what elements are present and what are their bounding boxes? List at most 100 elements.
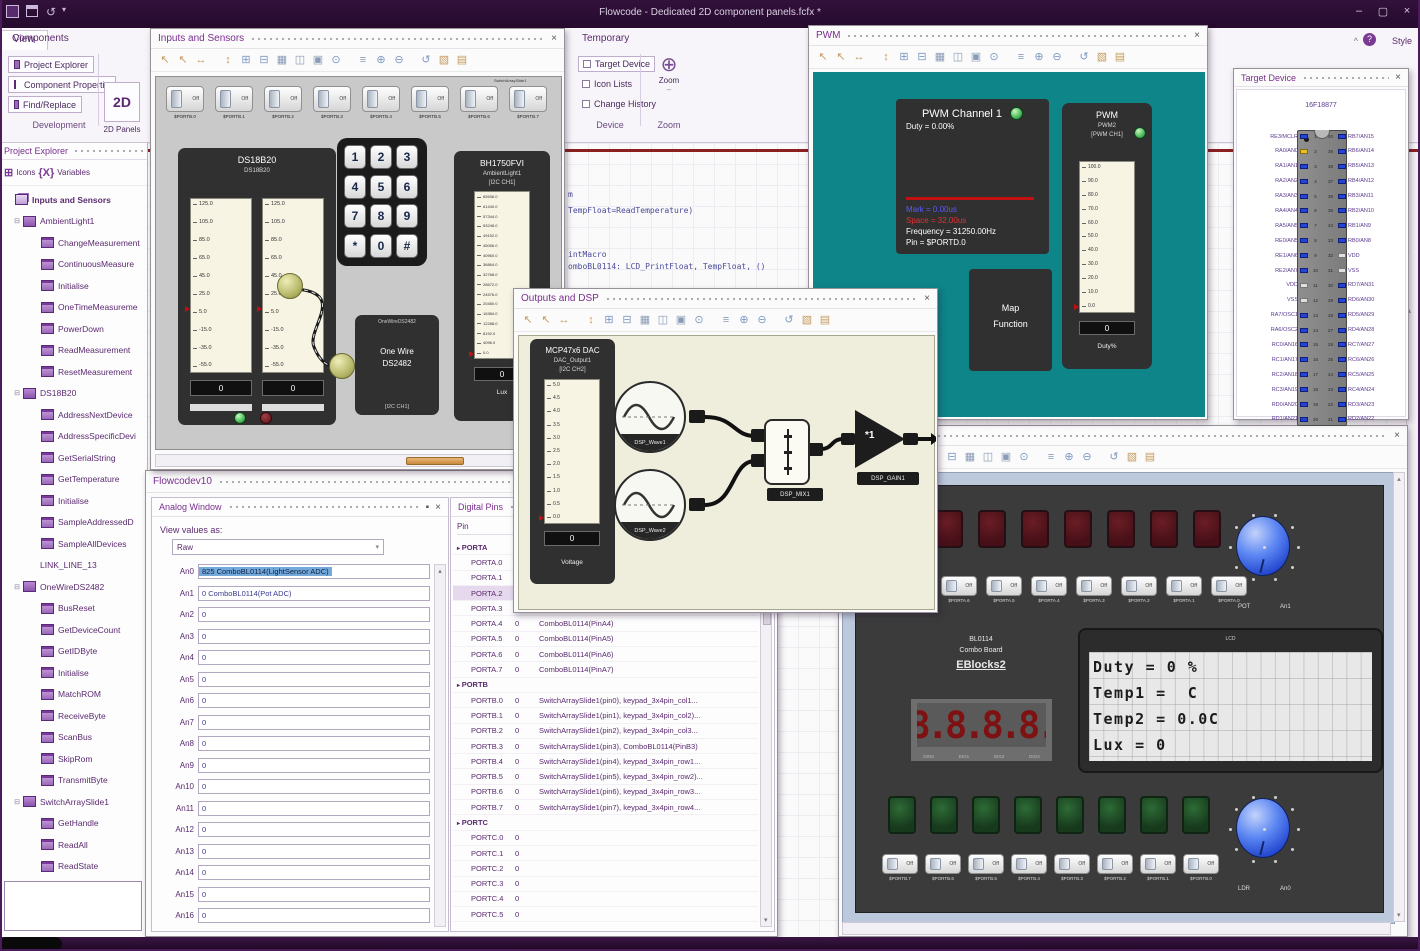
pot-knob[interactable] xyxy=(1236,516,1290,576)
keypad-key[interactable]: 4 xyxy=(344,174,366,199)
pin-row[interactable]: RA5/AN5 7 xyxy=(1239,219,1321,232)
analog-value-field[interactable]: 0 xyxy=(198,757,430,773)
slider-marker[interactable] xyxy=(539,515,544,521)
pin-pad[interactable] xyxy=(1338,134,1346,139)
toolbar-icon[interactable]: ↖ xyxy=(834,51,848,63)
toolbar-icon[interactable]: ▧ xyxy=(1125,451,1139,463)
dsp-mix-component[interactable] xyxy=(764,419,810,485)
project-explorer-header[interactable]: Project Explorer xyxy=(0,143,147,160)
pin-row[interactable]: RC0/AN16 15 xyxy=(1239,338,1321,351)
toolbar-icon[interactable]: ◫ xyxy=(951,51,965,63)
toolbar-icon[interactable]: ⊕ xyxy=(374,54,388,66)
pin-pad[interactable] xyxy=(1300,416,1308,422)
pin-row[interactable]: RE1/AN6 9 xyxy=(1239,249,1321,262)
toolbar-icon[interactable]: ⊟ xyxy=(945,451,959,463)
toolbar-icon[interactable]: ↖ xyxy=(521,314,535,326)
find-replace-button[interactable]: Find/Replace xyxy=(8,96,82,113)
pin-row[interactable]: RC1/AN17 16 xyxy=(1239,353,1321,366)
tree-item[interactable]: OneTimeMeasureme xyxy=(0,297,146,319)
toolbar-icon[interactable]: ↕ xyxy=(221,54,235,66)
toolbar-icon[interactable]: ⊟ xyxy=(620,314,634,326)
pin-pad[interactable] xyxy=(1338,342,1346,348)
inputs-window-titlebar[interactable]: Inputs and Sensors × xyxy=(151,29,564,49)
pin-pad[interactable] xyxy=(1338,327,1346,333)
pin-row[interactable]: 25 RC6/AN26 xyxy=(1325,353,1407,366)
toolbar-icon[interactable]: ⊞ xyxy=(602,314,616,326)
tree-item[interactable]: Inputs and Sensors xyxy=(0,189,146,211)
component-properties-button[interactable]: Component Properties xyxy=(8,76,116,93)
pin-pad[interactable] xyxy=(1338,297,1346,303)
toggle-switch[interactable]: Off $PORTA.3 xyxy=(1076,576,1112,603)
close-icon[interactable]: × xyxy=(551,33,557,44)
onewire-connector[interactable] xyxy=(277,273,303,299)
toolbar-icon[interactable]: ◫ xyxy=(293,54,307,66)
toggle-switch[interactable]: Off $PORTB.7 xyxy=(882,854,918,881)
tree-item[interactable]: AddressNextDevice xyxy=(0,404,146,426)
tree-item[interactable]: SampleAddressedD xyxy=(0,512,146,534)
digital-pin-row[interactable]: PORTA.6 0 ComboBL0114(PinA6) xyxy=(453,647,758,663)
tree-item[interactable]: GetDeviceCount xyxy=(0,619,146,641)
pin-row[interactable]: 35 RB2/AN10 xyxy=(1325,204,1407,217)
toolbar-icon[interactable]: ↔ xyxy=(194,54,208,66)
ldr-knob[interactable] xyxy=(1236,798,1290,858)
tree-item[interactable]: Initialise xyxy=(0,662,146,684)
zoom-button[interactable]: ⊕ Zoom – xyxy=(648,54,690,94)
pin-row[interactable]: 38 RB5/AN13 xyxy=(1325,160,1407,173)
toolbar-icon[interactable]: ≡ xyxy=(719,314,733,326)
pin-pad[interactable] xyxy=(1300,282,1308,288)
red-led[interactable] xyxy=(260,412,272,424)
maximize-button[interactable]: ▢ xyxy=(1374,5,1392,18)
toolbar-icon[interactable]: ▦ xyxy=(963,451,977,463)
dsp-wave2-component[interactable]: DSP_Wave2 xyxy=(614,469,686,541)
toolbar-icon[interactable]: ↖ xyxy=(176,54,190,66)
icon-lists-toggle[interactable]: Icon Lists xyxy=(582,76,632,92)
pin-row[interactable]: RD1/AN21 20 xyxy=(1239,413,1321,426)
digital-pin-row[interactable]: PORTB.0 0 SwitchArraySlide1(pin0), keypa… xyxy=(453,693,758,709)
tree-item[interactable]: ⊟ OneWireDS2482 xyxy=(0,576,146,598)
pin-row[interactable]: RA7/OSC1 13 xyxy=(1239,309,1321,322)
digital-pin-row[interactable]: PORTB.6 0 SwitchArraySlide1(pin6), keypa… xyxy=(453,785,758,801)
view-values-dropdown[interactable]: Raw ▾ xyxy=(172,539,384,555)
inputs-horizontal-scrollbar[interactable] xyxy=(155,454,560,467)
pin-pad[interactable] xyxy=(1338,223,1346,229)
pin-row[interactable]: 39 RB6/AN14 xyxy=(1325,145,1407,158)
change-history-toggle[interactable]: Change History xyxy=(582,96,656,112)
analog-value-field[interactable]: 0 xyxy=(198,671,430,687)
tree-item[interactable]: BusReset xyxy=(0,598,146,620)
pin-pad[interactable] xyxy=(1300,163,1308,169)
dsp-wave1-component[interactable]: DSP_Wave1 xyxy=(614,381,686,453)
analog-value-field[interactable]: 0 ComboBL0114(Pot ADC) xyxy=(198,585,430,601)
pin-pad[interactable] xyxy=(1300,253,1308,259)
toolbar-icon[interactable]: ↕ xyxy=(584,314,598,326)
toggle-switch[interactable]: Off $PORTB.5 xyxy=(968,854,1004,881)
target-device-titlebar[interactable]: Target Device × xyxy=(1234,69,1408,87)
toolbar-icon[interactable]: ⊕ xyxy=(1062,451,1076,463)
pin-row[interactable]: 32 VDD xyxy=(1325,249,1407,262)
toggle-switch[interactable]: Off $PORTB.3 xyxy=(1054,854,1090,881)
digital-pin-row[interactable]: PORTA.5 0 ComboBL0114(PinA5) xyxy=(453,632,758,648)
tree-item[interactable]: Initialise xyxy=(0,490,146,512)
toggle-switch[interactable]: Off $PORTA.1 xyxy=(1166,576,1202,603)
toolbar-icon[interactable]: ▧ xyxy=(437,54,451,66)
close-icon[interactable]: × xyxy=(1394,430,1400,441)
pin-row[interactable]: RA0/AN0 2 xyxy=(1239,145,1321,158)
digital-pin-row[interactable]: PORTC xyxy=(453,815,758,831)
close-button[interactable]: × xyxy=(1398,5,1416,17)
pin-row[interactable]: RA6/OSC2 14 xyxy=(1239,324,1321,337)
toggle-switch[interactable]: Off $PORTA.5 xyxy=(986,576,1022,603)
pin-row[interactable]: 27 RD4/AN28 xyxy=(1325,324,1407,337)
analog-value-field[interactable]: 0 xyxy=(198,736,430,751)
dsp-gain-component[interactable] xyxy=(855,410,905,468)
project-explorer-button[interactable]: Project Explorer xyxy=(8,56,94,73)
keypad-key[interactable]: 3 xyxy=(396,145,418,169)
minimize-button[interactable]: – xyxy=(1350,5,1368,17)
tree-item[interactable]: GetIDByte xyxy=(0,641,146,663)
pin-pad[interactable] xyxy=(1338,148,1346,154)
tree-item[interactable]: AddressSpecificDevi xyxy=(0,426,146,448)
digital-pin-row[interactable]: PORTC.2 0 xyxy=(453,861,758,877)
pin-row[interactable]: 28 RD5/AN29 xyxy=(1325,309,1407,322)
digital-pin-row[interactable]: PORTB.3 0 SwitchArraySlide1(pin3), Combo… xyxy=(453,739,758,755)
pin-row[interactable]: 30 RD7/AN31 xyxy=(1325,279,1407,292)
toggle-switch[interactable]: Off $PORTB.3 xyxy=(313,86,351,119)
toolbar-icon[interactable]: ↖ xyxy=(539,314,553,326)
